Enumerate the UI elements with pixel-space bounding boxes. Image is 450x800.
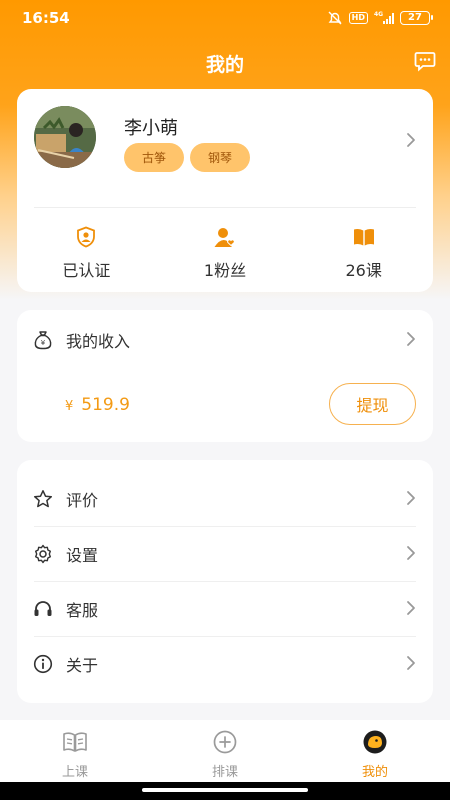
battery-icon: 27 [400, 11, 433, 25]
chevron-right-icon [407, 546, 415, 560]
stat-courses[interactable]: 26课 [294, 226, 433, 281]
menu-item-customer-service[interactable]: 客服 [17, 581, 433, 636]
hd-icon: HD [348, 12, 368, 24]
system-nav-bar [0, 782, 450, 800]
headset-icon [34, 600, 52, 616]
tab-classes[interactable]: 上课 [0, 720, 150, 782]
menu-item-reviews[interactable]: 评价 [17, 471, 433, 526]
tag-piano: 钢琴 [190, 143, 250, 172]
instrument-tags: 古筝 钢琴 [124, 143, 250, 172]
tab-classes-label: 上课 [61, 765, 88, 780]
stat-followers-label: 1粉丝 [203, 261, 247, 280]
stat-followers[interactable]: 1粉丝 [156, 226, 295, 281]
followers-icon [214, 228, 235, 247]
currency-symbol: ¥ [65, 399, 74, 414]
tab-mine-label: 我的 [361, 765, 388, 780]
chat-bubble-icon[interactable] [414, 50, 436, 72]
menu-item-label: 客服 [66, 600, 99, 620]
menu-item-label: 评价 [66, 490, 99, 510]
menu-item-about[interactable]: 关于 [17, 636, 433, 691]
stat-courses-label: 26课 [345, 261, 382, 280]
page-header: 我的 [0, 40, 450, 86]
tab-schedule[interactable]: 排课 [150, 720, 300, 782]
chevron-right-icon[interactable] [406, 331, 416, 347]
mute-alarm-icon [327, 11, 343, 25]
user-name: 李小萌 [124, 118, 178, 139]
network-type: 4G [374, 11, 383, 18]
chevron-right-icon[interactable] [406, 132, 416, 148]
menu-item-label: 关于 [66, 655, 99, 675]
divider [34, 207, 416, 208]
book-icon [353, 228, 374, 246]
bottom-tab-bar: 上课 排课 我的 [0, 720, 450, 782]
status-bar: 16:54 HD 4G 27 [0, 0, 450, 36]
verified-shield-icon [77, 226, 96, 248]
chevron-right-icon [407, 491, 415, 505]
signal-icon: 4G [374, 11, 394, 25]
tab-mine[interactable]: 我的 [300, 720, 450, 782]
profile-card: 李小萌 古筝 钢琴 已认证 1粉丝 26课 [17, 89, 433, 292]
income-amount: ¥519.9 [65, 395, 130, 415]
plus-circle-icon [213, 730, 237, 754]
stat-verified-label: 已认证 [62, 261, 111, 280]
chevron-right-icon [407, 656, 415, 670]
gear-icon [35, 544, 51, 563]
income-card: ¥ 我的收入 ¥519.9 提现 [17, 310, 433, 442]
profile-face-icon [363, 730, 387, 754]
tab-schedule-label: 排课 [211, 765, 238, 780]
withdraw-button[interactable]: 提现 [329, 383, 416, 425]
menu-item-settings[interactable]: 设置 [17, 526, 433, 581]
chevron-right-icon [407, 601, 415, 615]
profile-stats: 已认证 1粉丝 26课 [17, 226, 433, 281]
open-book-icon [63, 732, 87, 752]
status-time: 16:54 [22, 9, 70, 27]
home-indicator[interactable] [142, 788, 308, 792]
tag-guzheng: 古筝 [124, 143, 184, 172]
income-title: 我的收入 [66, 332, 131, 351]
income-row[interactable]: ¥ 我的收入 [33, 328, 130, 352]
star-icon [33, 489, 53, 507]
menu-item-label: 设置 [66, 545, 99, 565]
money-bag-icon: ¥ [34, 331, 52, 350]
status-icons: HD 4G 27 [327, 11, 433, 25]
stat-verified[interactable]: 已认证 [17, 226, 156, 281]
info-icon [33, 654, 53, 673]
page-title: 我的 [205, 53, 244, 76]
avatar[interactable] [34, 106, 96, 168]
settings-menu: 评价 设置 客服 关于 [17, 460, 433, 703]
svg-text:¥: ¥ [41, 339, 46, 347]
income-value: 519.9 [81, 395, 130, 415]
